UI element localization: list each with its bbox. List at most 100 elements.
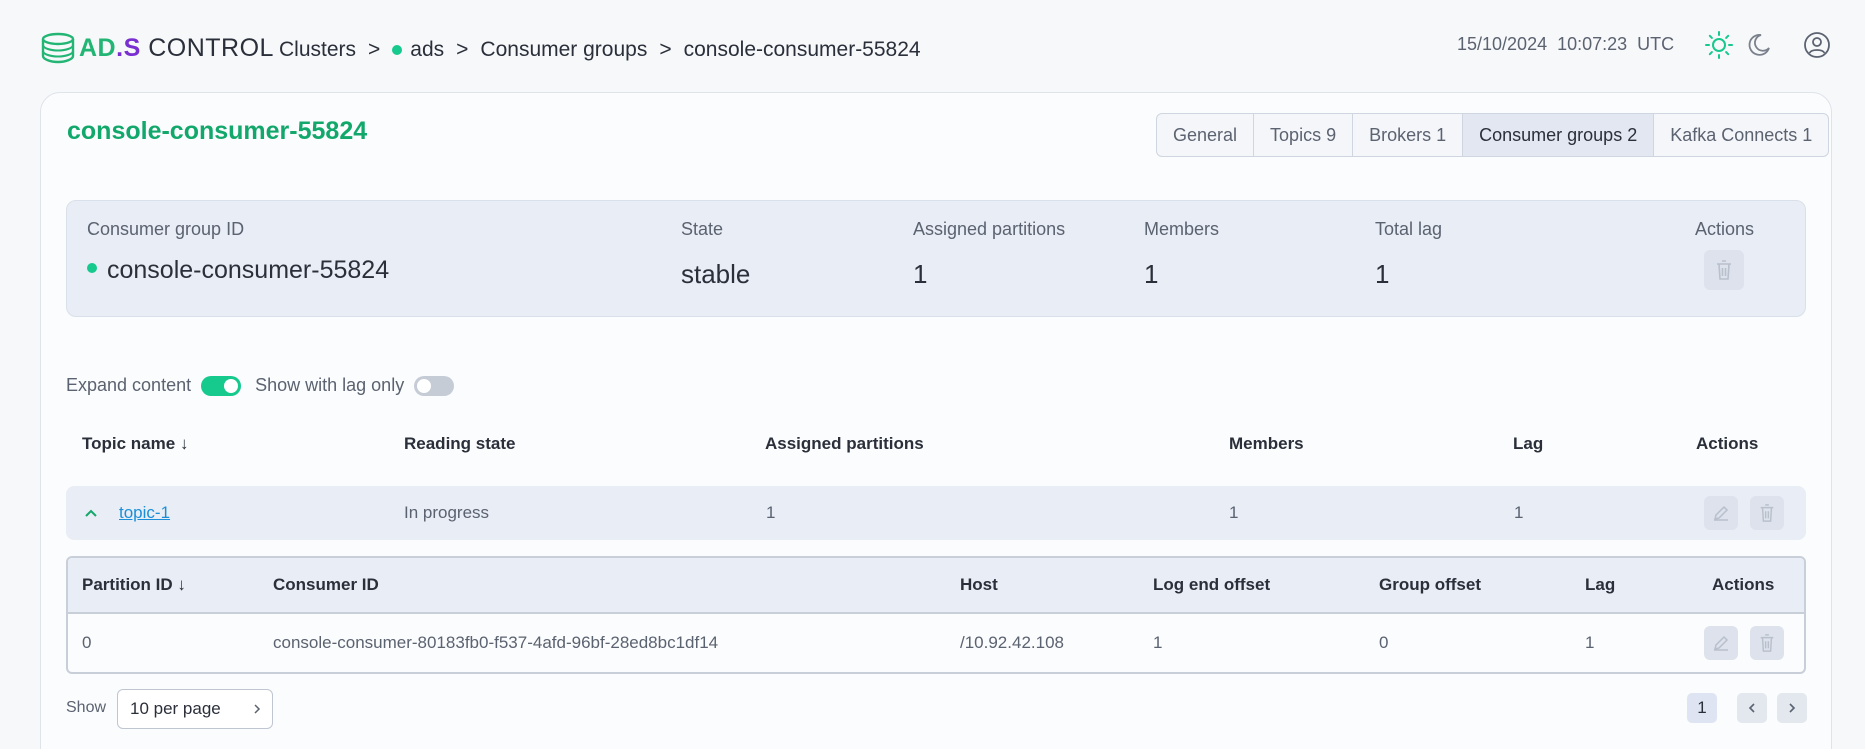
- delete-offset-button[interactable]: [1750, 626, 1784, 660]
- cluster-status-dot: [392, 45, 403, 55]
- summary-members: Members 1: [1144, 219, 1219, 290]
- column-header-consumer-id: Consumer ID: [273, 575, 379, 594]
- topic-table-header: Topic name ↓ Reading state Assigned part…: [66, 423, 1806, 465]
- column-header-actions: Actions: [1696, 434, 1759, 453]
- table-filters: Expand content Show with lag only: [66, 375, 468, 396]
- logo-wordmark: AD.S CONTROL: [79, 33, 274, 62]
- summary-label: Actions: [1695, 219, 1755, 239]
- reading-state-cell: In progress: [404, 503, 490, 522]
- summary-total-lag: Total lag 1: [1375, 219, 1442, 290]
- edit-topic-button[interactable]: [1704, 496, 1738, 530]
- tab-general[interactable]: General: [1157, 114, 1255, 156]
- summary-group-id: Consumer group ID console-consumer-55824: [87, 219, 389, 285]
- summary-state-value: stable: [681, 259, 751, 289]
- column-header-assigned: Assigned partitions: [765, 434, 924, 453]
- summary-actions: Actions: [1695, 219, 1754, 290]
- breadcrumb-clusters[interactable]: Clusters: [279, 38, 356, 62]
- current-datetime: 15/10/2024 10:07:23 UTC: [1457, 34, 1674, 55]
- cluster-tabs: General Topics 9 Brokers 1 Consumer grou…: [1156, 113, 1830, 157]
- tab-kafka-connects[interactable]: Kafka Connects 1: [1654, 114, 1828, 156]
- chevron-left-icon: [1748, 703, 1755, 713]
- app-logo[interactable]: AD.S CONTROL: [40, 30, 274, 66]
- trash-icon: [1760, 634, 1774, 652]
- lag-only-toggle[interactable]: [414, 375, 455, 396]
- summary-group-id-value: console-consumer-55824: [87, 256, 389, 285]
- logo-icon: [41, 32, 75, 64]
- pagination-page-current[interactable]: 1: [1687, 693, 1717, 723]
- column-header-lag: Lag: [1585, 575, 1616, 594]
- expand-content-label: Expand content: [66, 375, 192, 395]
- column-header-group-offset: Group offset: [1379, 575, 1481, 594]
- sort-arrow-icon[interactable]: ↓: [177, 575, 186, 594]
- summary-lag-value: 1: [1375, 259, 1390, 289]
- breadcrumb-consumer-groups[interactable]: Consumer groups: [480, 38, 647, 62]
- per-page-value: 10 per page: [130, 699, 221, 718]
- breadcrumb-cluster[interactable]: ads: [410, 38, 444, 62]
- summary-state: State stable: [681, 219, 750, 290]
- user-profile-icon[interactable]: [1802, 30, 1832, 60]
- column-header-topic[interactable]: Topic name ↓: [82, 434, 188, 454]
- partition-id-cell: 0: [82, 633, 92, 652]
- per-page-select[interactable]: 10 per page: [117, 689, 273, 729]
- table-row: topic-1 In progress 1 1 1: [66, 486, 1806, 540]
- lag-only-label: Show with lag only: [255, 375, 405, 395]
- per-page-label: Show: [66, 699, 107, 716]
- column-header-actions: Actions: [1712, 575, 1775, 594]
- log-end-offset-cell: 1: [1153, 633, 1163, 652]
- column-header-host: Host: [960, 575, 998, 594]
- assigned-cell: 1: [766, 503, 776, 522]
- chevron-up-icon: [85, 509, 97, 517]
- column-header-reading-state: Reading state: [404, 434, 516, 453]
- summary-label: Consumer group ID: [87, 219, 245, 239]
- partition-table-header: Partition ID ↓ Consumer ID Host Log end …: [68, 558, 1804, 614]
- breadcrumb-separator: >: [368, 38, 381, 61]
- sort-arrow-icon[interactable]: ↓: [180, 434, 189, 453]
- consumer-group-card: console-consumer-55824 General Topics 9 …: [40, 92, 1832, 749]
- summary-assigned-value: 1: [913, 259, 928, 289]
- timezone: UTC: [1637, 34, 1675, 54]
- chevron-right-icon: [1789, 703, 1796, 713]
- edit-offset-button[interactable]: [1704, 626, 1738, 660]
- column-header-lag: Lag: [1513, 434, 1544, 453]
- current-date: 15/10/2024: [1457, 34, 1548, 54]
- expand-content-toggle[interactable]: [201, 375, 242, 396]
- lag-cell: 1: [1514, 503, 1524, 522]
- summary-label: Assigned partitions: [913, 219, 1066, 239]
- topic-link[interactable]: topic-1: [119, 503, 170, 523]
- chevron-right-icon: [254, 704, 261, 714]
- column-header-partition[interactable]: Partition ID ↓: [82, 575, 186, 595]
- breadcrumb: Clusters > ads > Consumer groups > conso…: [279, 38, 921, 62]
- state-dot-icon: [87, 263, 97, 274]
- pagination-next-button[interactable]: [1777, 693, 1807, 723]
- edit-icon: [1713, 505, 1729, 521]
- tab-brokers[interactable]: Brokers 1: [1353, 114, 1464, 156]
- breadcrumb-separator: >: [456, 38, 469, 61]
- host-cell: /10.92.42.108: [960, 633, 1064, 652]
- partition-table: Partition ID ↓ Consumer ID Host Log end …: [66, 556, 1806, 674]
- pagination-prev-button[interactable]: [1737, 693, 1767, 723]
- column-header-log-end-offset: Log end offset: [1153, 575, 1271, 594]
- consumer-id-cell: console-consumer-80183fb0-f537-4afd-96bf…: [273, 633, 719, 652]
- app-header: AD.S CONTROL Clusters > ads > Consumer g…: [0, 0, 1865, 92]
- edit-icon: [1713, 635, 1729, 651]
- column-header-members: Members: [1229, 434, 1304, 453]
- current-time: 10:07:23: [1557, 34, 1628, 54]
- group-summary-panel: Consumer group ID console-consumer-55824…: [66, 200, 1806, 317]
- breadcrumb-separator: >: [659, 38, 672, 61]
- tab-consumer-groups[interactable]: Consumer groups 2: [1463, 114, 1655, 156]
- summary-label: Members: [1144, 219, 1220, 239]
- lag-cell: 1: [1585, 633, 1595, 652]
- summary-members-value: 1: [1144, 259, 1159, 289]
- delete-topic-button[interactable]: [1750, 496, 1784, 530]
- light-theme-icon[interactable]: [1704, 30, 1734, 60]
- tab-topics[interactable]: Topics 9: [1254, 114, 1354, 156]
- delete-group-button[interactable]: [1704, 250, 1744, 290]
- summary-label: State: [681, 219, 724, 239]
- dark-theme-icon[interactable]: [1744, 30, 1774, 60]
- collapse-row-button[interactable]: [84, 503, 98, 523]
- breadcrumb-current: console-consumer-55824: [683, 38, 921, 61]
- table-row: 0 console-consumer-80183fb0-f537-4afd-96…: [68, 614, 1804, 672]
- summary-label: Total lag: [1375, 219, 1443, 239]
- trash-icon: [1760, 504, 1774, 522]
- summary-assigned: Assigned partitions 1: [913, 219, 1065, 290]
